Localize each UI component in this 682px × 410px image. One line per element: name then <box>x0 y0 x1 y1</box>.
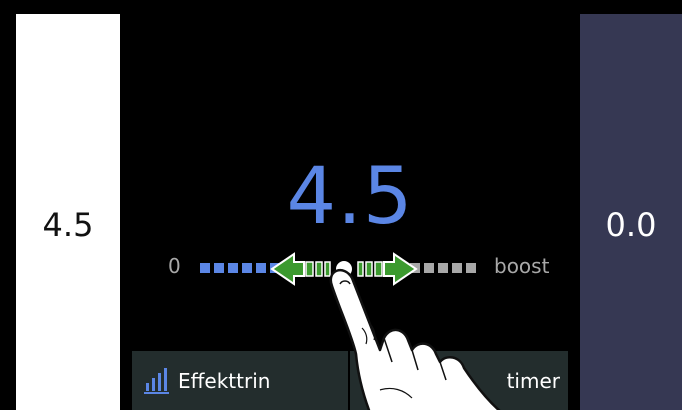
touch-hand-icon <box>329 268 501 410</box>
tab-effekttrin-label: Effekttrin <box>178 369 271 393</box>
hob-control-screen: 4.5 4.5 0.0 0 boost Effekttrin timer <box>0 0 682 410</box>
level-segment <box>242 263 252 273</box>
right-zone-value: 0.0 <box>605 206 657 244</box>
level-segment <box>200 263 210 273</box>
power-level-value: 4.5 <box>286 152 414 242</box>
bar-chart-icon <box>144 368 169 394</box>
level-segment <box>228 263 238 273</box>
level-segment <box>214 263 224 273</box>
left-zone-value: 4.5 <box>42 206 94 244</box>
scale-min-label: 0 <box>168 254 181 278</box>
right-zone-panel[interactable]: 0.0 <box>580 14 682 410</box>
left-zone-panel[interactable]: 4.5 <box>16 14 120 410</box>
level-segment <box>256 263 266 273</box>
